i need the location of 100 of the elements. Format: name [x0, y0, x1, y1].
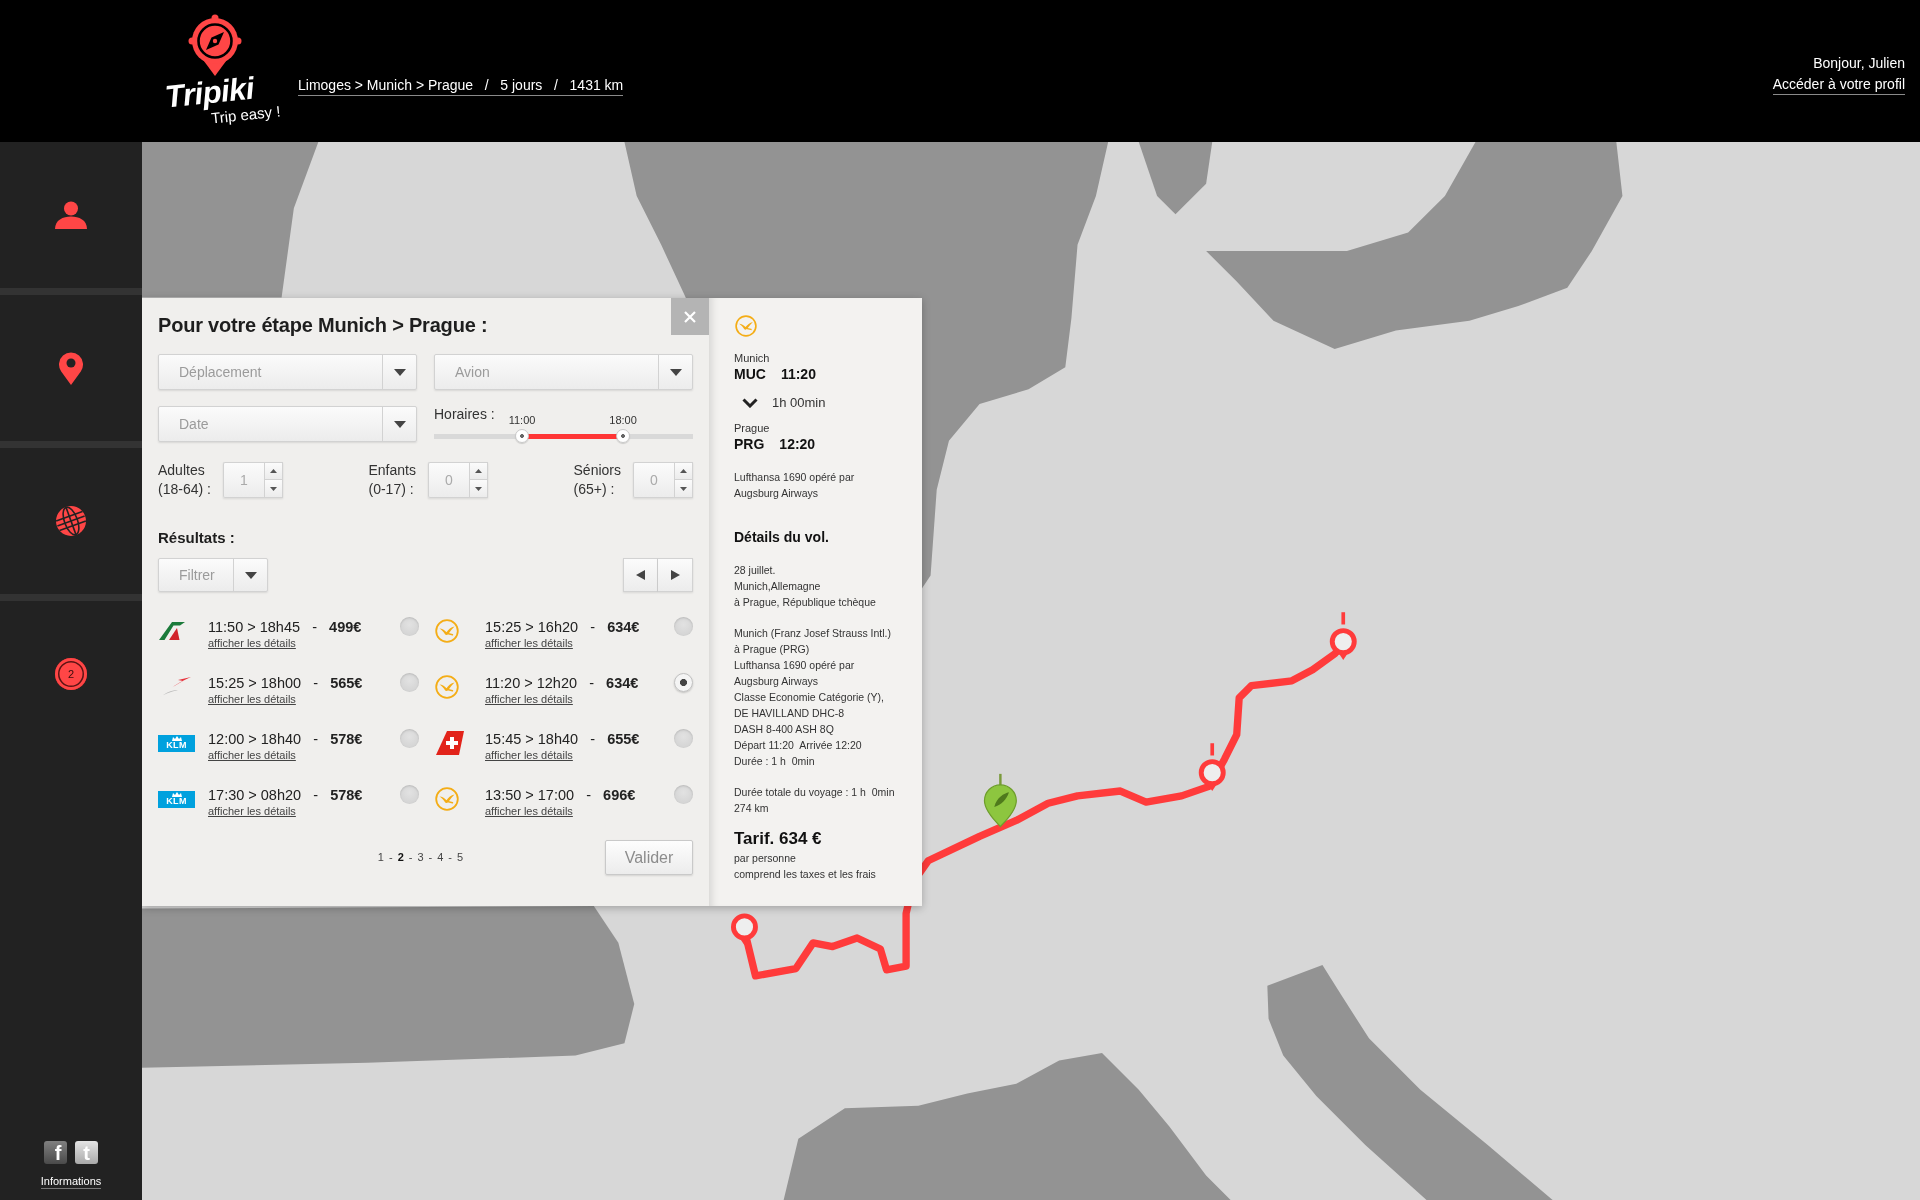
radio-button[interactable]: [674, 729, 693, 748]
radio-button[interactable]: [400, 729, 419, 748]
airport-code: MUC: [734, 365, 766, 383]
decrement-button[interactable]: [674, 480, 693, 498]
triangle-down-icon: [269, 486, 277, 491]
flight-duration: 1h 00min: [772, 394, 826, 412]
social-link[interactable]: f: [44, 1141, 67, 1164]
fare-note: par personne comprend les taxes et les frais: [734, 851, 876, 882]
logo-text: KLM: [166, 741, 187, 750]
radio-button[interactable]: [674, 673, 693, 692]
details-link[interactable]: afficher les détails: [208, 804, 296, 819]
greeting-text: Bonjour, Julien: [1813, 54, 1905, 73]
trip-summary-link[interactable]: Limoges > Munich > Prague / 5 jours / 1431 km: [298, 76, 624, 96]
logo-text: KLM: [166, 797, 187, 806]
page-link[interactable]: 3: [417, 851, 424, 864]
page-link[interactable]: 4: [437, 851, 444, 864]
arrival-city: Prague: [734, 421, 770, 435]
flight-summary: 13:50 > 17:00 - 696€: [485, 787, 636, 803]
flight-summary: 15:45 > 18h40 - 655€: [485, 731, 640, 747]
fare-title: Tarif. 634 €: [734, 828, 822, 850]
details-link[interactable]: afficher les détails: [208, 692, 296, 707]
flight-summary: 12:00 > 18h40 - 578€: [208, 731, 363, 747]
radio-button[interactable]: [400, 617, 419, 636]
departure-time: 11:20: [780, 365, 816, 383]
cross-tail-icon: [435, 730, 465, 756]
caret-icon: [669, 368, 682, 376]
flight-summary: 15:25 > 16h20 - 634€: [485, 619, 640, 635]
radio-button[interactable]: [400, 673, 419, 692]
page-link[interactable]: 2: [397, 851, 404, 864]
details-paragraph: 28 juillet. Munich,Allemagne à Prague, République tchèque: [734, 563, 876, 610]
slider-thumb[interactable]: [616, 429, 631, 443]
map-marker-icon[interactable]: [731, 913, 758, 946]
caret-icon: [244, 571, 257, 579]
details-link[interactable]: afficher les détails: [485, 692, 573, 707]
info-link[interactable]: Informations: [40, 1174, 102, 1189]
triangle-up-icon: [680, 469, 687, 473]
schedule-label: Horaires :: [434, 406, 495, 422]
triangle-down-icon: [474, 486, 482, 491]
passenger-label: Enfants (0-17) :: [368, 461, 416, 499]
map-marker-icon[interactable]: [1329, 612, 1357, 660]
details-link[interactable]: afficher les détails: [208, 636, 296, 651]
page-separator: -: [428, 851, 433, 864]
user-icon[interactable]: [54, 201, 88, 229]
page-separator: -: [448, 851, 453, 864]
radio-button[interactable]: [400, 785, 419, 804]
passenger-label: Adultes (18-64) :: [158, 461, 211, 499]
triangle-left-icon: [636, 570, 645, 580]
details-paragraph: Durée totale du voyage : 1 h 0min 274 km: [734, 785, 895, 816]
bird-circle-icon: [735, 315, 757, 337]
bird-circle-icon: [435, 675, 459, 699]
flight-summary: 17:30 > 08h20 - 578€: [208, 787, 363, 803]
previous-button[interactable]: [623, 558, 658, 592]
step-count-badge[interactable]: 2: [55, 658, 87, 690]
map-pin-icon[interactable]: [58, 351, 84, 385]
details-link[interactable]: afficher les détails: [485, 804, 573, 819]
compass-pin-icon[interactable]: [187, 13, 243, 77]
airport-code: PRG: [734, 435, 765, 453]
departure-city: Munich: [734, 351, 770, 365]
flight-summary: 11:50 > 18h45 - 499€: [208, 619, 362, 635]
operator-text: Lufthansa 1690 opéré par Augsburg Airways: [734, 470, 855, 501]
triangle-right-icon: [670, 570, 680, 580]
globe-icon[interactable]: [55, 505, 87, 537]
map-marker-icon[interactable]: [1198, 743, 1226, 791]
caret-icon: [393, 420, 406, 428]
slider-thumb[interactable]: [515, 429, 530, 443]
radio-button[interactable]: [674, 617, 693, 636]
thumb-label: 11:00: [508, 414, 536, 426]
caret-icon: [393, 368, 406, 376]
bird-circle-icon: [435, 787, 459, 811]
logo-tagline: Trip easy !: [210, 103, 282, 127]
flight-summary: 15:25 > 18h00 - 565€: [208, 675, 363, 691]
close-icon: [684, 310, 696, 323]
next-button[interactable]: [658, 558, 693, 592]
details-paragraph: Munich (Franz Josef Strauss Intl.) à Prague (PRG) Lufthansa 1690 opéré par Augsburg Airways Classe Economie Catégorie (Y), DE HAVILLAND DHC-8 DASH 8-400 ASH 8Q Départ 11:20 Arrivée 12:20 Durée : 1 h 0min: [734, 626, 891, 769]
crown-icon: [171, 792, 182, 797]
page-separator: -: [388, 851, 393, 864]
bird-circle-icon: [435, 619, 459, 643]
increment-button[interactable]: [674, 462, 693, 480]
arrival-time: 12:20: [779, 435, 816, 453]
page-separator: -: [408, 851, 413, 864]
triangle-up-icon: [269, 469, 277, 473]
panel-title: Pour votre étape Munich > Prague :: [158, 313, 488, 338]
crown-icon: [171, 736, 182, 741]
page-link[interactable]: 5: [457, 851, 464, 864]
radio-button[interactable]: [674, 785, 693, 804]
map-pin-icon[interactable]: [983, 773, 1017, 828]
page-link[interactable]: 1: [377, 851, 384, 864]
results-heading: Résultats :: [158, 529, 235, 547]
flight-summary: 11:20 > 12h20 - 634€: [485, 675, 639, 691]
details-link[interactable]: afficher les détails: [485, 748, 573, 763]
thumb-label: 18:00: [609, 414, 637, 426]
profile-link[interactable]: Accéder à votre profil: [1772, 74, 1905, 95]
triangle-down-icon: [680, 486, 687, 491]
stripe-tail-icon: [158, 621, 186, 641]
details-link[interactable]: afficher les détails: [208, 748, 296, 763]
details-link[interactable]: afficher les détails: [485, 636, 573, 651]
chevron-down-icon: [742, 398, 758, 408]
triangle-up-icon: [474, 469, 482, 473]
details-heading: Détails du vol.: [734, 528, 829, 547]
passenger-label: Séniors (65+) :: [573, 461, 621, 499]
